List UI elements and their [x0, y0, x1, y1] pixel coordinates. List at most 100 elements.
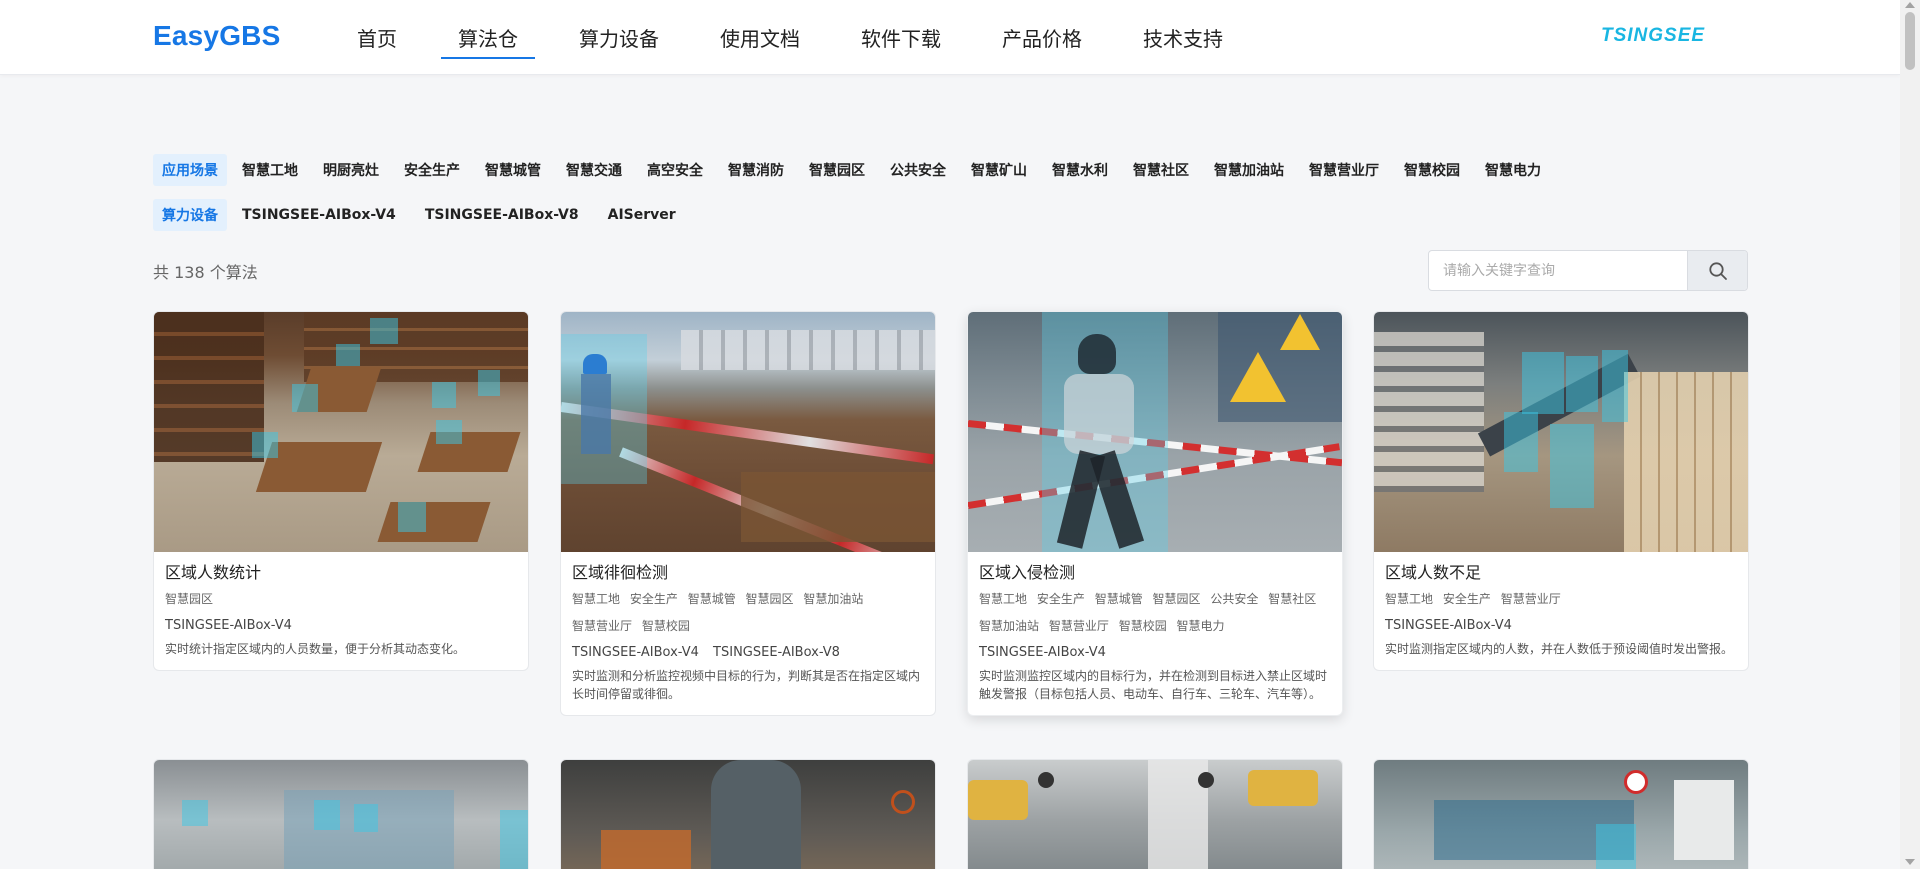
scene-chip[interactable]: 智慧社区 — [1124, 154, 1198, 186]
card-image-warehouse — [1374, 312, 1748, 552]
scene-chip[interactable]: 安全生产 — [395, 154, 469, 186]
card-description: 实时统计指定区域内的人员数量，便于分析其动态变化。 — [165, 642, 466, 656]
nav-algorithm-store[interactable]: 算法仓 — [441, 0, 535, 75]
scene-chip[interactable]: 智慧加油站 — [1205, 154, 1293, 186]
scene-chip[interactable]: 智慧校园 — [1395, 154, 1469, 186]
top-header: EasyGBS 首页 算法仓 算力设备 使用文档 软件下载 产品价格 技术支持 … — [0, 0, 1900, 75]
search-input[interactable] — [1429, 251, 1687, 290]
card-tags: 智慧工地 安全生产 智慧城管 智慧园区 公共安全 智慧社区 智慧加油站 智慧营业… — [979, 587, 1331, 641]
card-devices: TSINGSEE-AIBox-V4 TSINGSEE-AIBox-V8 — [572, 643, 924, 663]
card-body: 区域徘徊检测 智慧工地 安全生产 智慧城管 智慧园区 智慧加油站 智慧营业厅 智… — [561, 552, 935, 715]
card-title: 区域人数统计 — [165, 563, 262, 582]
card-device: TSINGSEE-AIBox-V4 — [572, 645, 699, 660]
scene-chip[interactable]: 高空安全 — [638, 154, 712, 186]
scene-chip[interactable]: 智慧矿山 — [962, 154, 1036, 186]
scroll-thumb[interactable] — [1905, 12, 1915, 70]
device-chip[interactable]: AIServer — [599, 201, 685, 229]
card-image-waiting-room — [1374, 760, 1748, 869]
card-device: TSINGSEE-AIBox-V4 — [979, 645, 1106, 660]
card-tag: 智慧工地 — [979, 592, 1028, 606]
card-title: 区域人数不足 — [1385, 563, 1482, 582]
scene-chip[interactable]: 智慧交通 — [557, 154, 631, 186]
device-chip[interactable]: TSINGSEE-AIBox-V4 — [233, 201, 405, 229]
algorithm-card[interactable]: 区域徘徊检测 智慧工地 安全生产 智慧城管 智慧园区 智慧加油站 智慧营业厅 智… — [560, 311, 936, 716]
card-image-factory — [561, 760, 935, 869]
card-tags: 智慧园区 — [165, 587, 517, 614]
card-tag: 智慧加油站 — [979, 619, 1040, 633]
card-tag: 安全生产 — [1442, 592, 1491, 606]
card-image-construction — [561, 312, 935, 552]
card-tag: 智慧工地 — [1385, 592, 1434, 606]
card-tag: 安全生产 — [629, 592, 678, 606]
nav-docs[interactable]: 使用文档 — [703, 0, 817, 75]
card-tag: 智慧校园 — [641, 619, 690, 633]
card-tag: 智慧加油站 — [803, 592, 864, 606]
card-title: 区域入侵检测 — [979, 563, 1076, 582]
card-devices: TSINGSEE-AIBox-V4 — [1385, 616, 1737, 636]
scene-chip[interactable]: 智慧电力 — [1476, 154, 1550, 186]
card-tags: 智慧工地 安全生产 智慧城管 智慧园区 智慧加油站 智慧营业厅 智慧校园 — [572, 587, 924, 641]
scene-chip[interactable]: 智慧水利 — [1043, 154, 1117, 186]
card-device: TSINGSEE-AIBox-V8 — [713, 645, 840, 660]
card-devices: TSINGSEE-AIBox-V4 — [979, 643, 1331, 663]
card-tags: 智慧工地 安全生产 智慧营业厅 — [1385, 587, 1737, 614]
card-tag: 智慧校园 — [1118, 619, 1167, 633]
card-title: 区域徘徊检测 — [572, 563, 669, 582]
nav-downloads[interactable]: 软件下载 — [844, 0, 958, 75]
scene-chip[interactable]: 智慧城管 — [476, 154, 550, 186]
card-tag: 智慧城管 — [1094, 592, 1143, 606]
card-image-street — [968, 760, 1342, 869]
device-chip[interactable]: TSINGSEE-AIBox-V8 — [416, 201, 588, 229]
scene-chip[interactable]: 智慧工地 — [233, 154, 307, 186]
card-tag: 智慧园区 — [165, 592, 214, 606]
search-button[interactable] — [1687, 251, 1747, 290]
card-tag: 智慧城管 — [687, 592, 736, 606]
algorithm-card[interactable]: 区域人数不足 智慧工地 安全生产 智慧营业厅 TSINGSEE-AIBox-V4… — [1373, 311, 1749, 671]
algorithm-card[interactable]: 区域人数统计 智慧园区 TSINGSEE-AIBox-V4 实时统计指定区域内的… — [153, 311, 529, 671]
card-tag: 公共安全 — [1210, 592, 1259, 606]
card-image-intrusion — [968, 312, 1342, 552]
nav-compute-devices[interactable]: 算力设备 — [562, 0, 676, 75]
page-scrollbar[interactable] — [1900, 0, 1920, 869]
card-tag: 智慧营业厅 — [572, 619, 633, 633]
search-box — [1428, 250, 1748, 291]
card-image-library — [154, 312, 528, 552]
card-devices: TSINGSEE-AIBox-V4 — [165, 616, 517, 636]
nav-home[interactable]: 首页 — [340, 0, 414, 75]
algorithm-card[interactable] — [967, 759, 1343, 869]
card-tag: 智慧社区 — [1268, 592, 1317, 606]
algorithm-card[interactable]: 区域入侵检测 智慧工地 安全生产 智慧城管 智慧园区 公共安全 智慧社区 智慧加… — [967, 311, 1343, 716]
card-description: 实时监测监控区域内的目标行为，并在检测到目标进入禁止区域时触发警报（目标包括人员… — [979, 669, 1328, 701]
scene-filter-label[interactable]: 应用场景 — [153, 154, 227, 186]
nav-support[interactable]: 技术支持 — [1126, 0, 1240, 75]
scroll-down-arrow-icon[interactable] — [1905, 859, 1915, 865]
card-tag: 安全生产 — [1036, 592, 1085, 606]
scene-chip[interactable]: 智慧营业厅 — [1300, 154, 1388, 186]
card-body: 区域人数不足 智慧工地 安全生产 智慧营业厅 TSINGSEE-AIBox-V4… — [1374, 552, 1748, 670]
card-tag: 智慧营业厅 — [1048, 619, 1109, 633]
card-body: 区域入侵检测 智慧工地 安全生产 智慧城管 智慧园区 公共安全 智慧社区 智慧加… — [968, 552, 1342, 715]
search-icon — [1708, 261, 1727, 280]
device-filter-label[interactable]: 算力设备 — [153, 199, 227, 231]
scene-chip[interactable]: 明厨亮灶 — [314, 154, 388, 186]
card-body: 区域人数统计 智慧园区 TSINGSEE-AIBox-V4 实时统计指定区域内的… — [154, 552, 528, 670]
main-nav: 首页 算法仓 算力设备 使用文档 软件下载 产品价格 技术支持 — [340, 0, 1267, 75]
algorithm-card[interactable] — [153, 759, 529, 869]
card-tag: 智慧园区 — [1152, 592, 1201, 606]
scroll-up-arrow-icon[interactable] — [1905, 2, 1915, 8]
scene-chip[interactable]: 智慧消防 — [719, 154, 793, 186]
card-tag: 智慧电力 — [1176, 619, 1225, 633]
site-logo[interactable]: EasyGBS — [153, 20, 280, 52]
scene-chip[interactable]: 公共安全 — [881, 154, 955, 186]
card-device: TSINGSEE-AIBox-V4 — [1385, 618, 1512, 633]
algorithm-card[interactable] — [1373, 759, 1749, 869]
scene-chip[interactable]: 智慧园区 — [800, 154, 874, 186]
tsingsee-logo[interactable]: TSINGSEE — [1601, 25, 1705, 47]
card-device: TSINGSEE-AIBox-V4 — [165, 618, 292, 633]
card-tag: 智慧工地 — [572, 592, 621, 606]
card-image-lab — [154, 760, 528, 869]
nav-pricing[interactable]: 产品价格 — [985, 0, 1099, 75]
card-tag: 智慧营业厅 — [1500, 592, 1561, 606]
card-description: 实时监测指定区域内的人数，并在人数低于预设阈值时发出警报。 — [1385, 642, 1734, 656]
algorithm-card[interactable] — [560, 759, 936, 869]
